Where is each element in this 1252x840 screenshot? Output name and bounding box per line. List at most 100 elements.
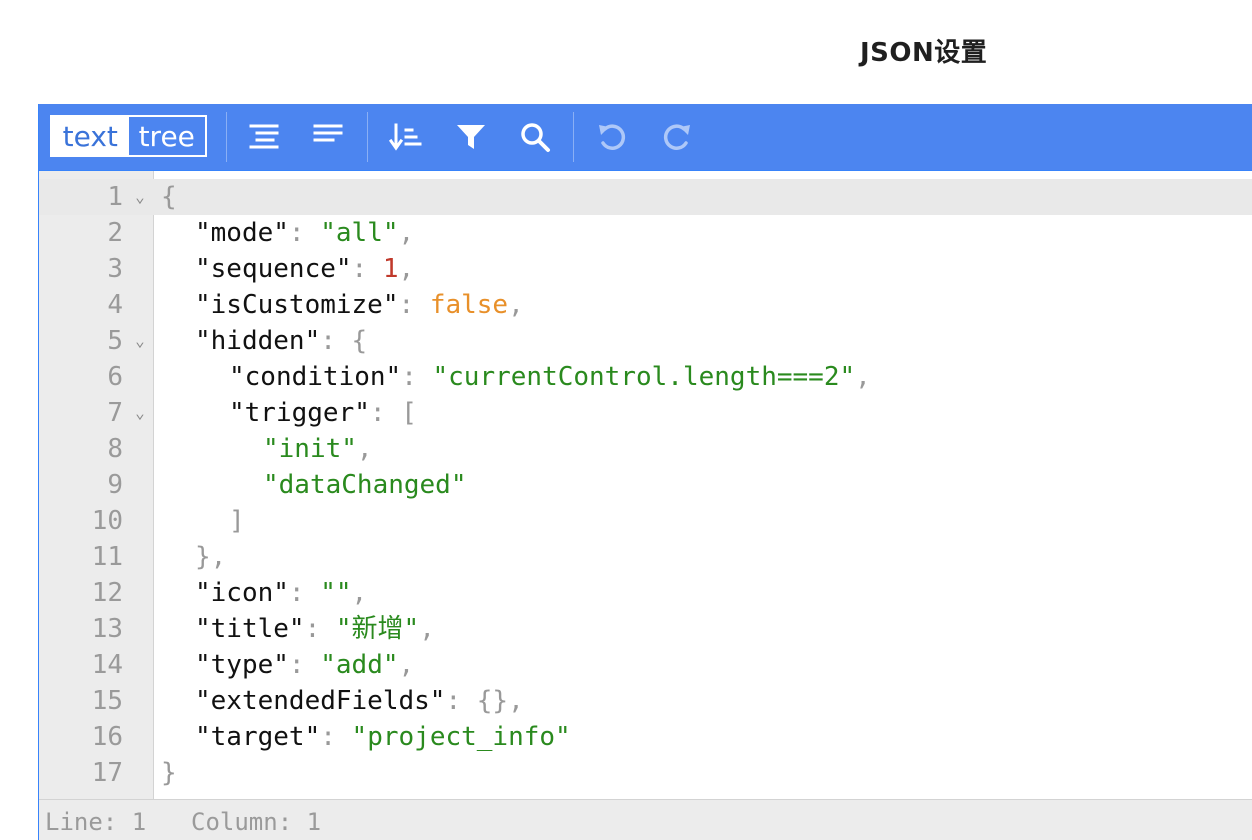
fold-toggle-icon[interactable]: ⌄ bbox=[132, 323, 148, 359]
code-token: "mode" bbox=[195, 218, 289, 248]
code-line[interactable]: 5 ⌄ "hidden": { bbox=[39, 323, 1252, 359]
code-token: {} bbox=[476, 686, 509, 716]
line-code: "isCustomize": false, bbox=[195, 287, 524, 323]
code-token: "add" bbox=[320, 650, 399, 680]
line-number: 1 bbox=[107, 182, 123, 212]
code-line[interactable]: 8 "init", bbox=[39, 431, 1252, 467]
line-code: "dataChanged" bbox=[263, 467, 467, 503]
line-number: 13 bbox=[91, 614, 123, 644]
code-token: "project_info" bbox=[351, 722, 571, 752]
line-code: "mode": "all", bbox=[195, 215, 414, 251]
line-number: 7 bbox=[107, 398, 123, 428]
search-icon bbox=[521, 123, 550, 152]
line-code: "icon": "", bbox=[195, 575, 367, 611]
mode-switch: text tree bbox=[50, 115, 207, 157]
code-token: , bbox=[398, 650, 415, 680]
redo-button[interactable] bbox=[655, 115, 699, 159]
code-line[interactable]: 10] bbox=[39, 503, 1252, 539]
code-token: "icon" bbox=[195, 578, 289, 608]
code-line[interactable]: 12 "icon": "", bbox=[39, 575, 1252, 611]
line-number: 17 bbox=[91, 758, 123, 788]
code-token: , bbox=[398, 218, 415, 248]
code-line[interactable]: 13 "title": "新增", bbox=[39, 611, 1252, 647]
fold-toggle-icon[interactable]: ⌄ bbox=[132, 395, 148, 431]
code-token: , bbox=[508, 290, 524, 320]
code-line[interactable]: 3 "sequence": 1, bbox=[39, 251, 1252, 287]
filter-icon bbox=[457, 125, 485, 149]
undo-button[interactable] bbox=[590, 115, 634, 159]
format-button[interactable] bbox=[242, 115, 286, 159]
undo-icon bbox=[599, 124, 626, 150]
toolbar-separator bbox=[573, 112, 574, 162]
code-token: "sequence" bbox=[195, 254, 352, 284]
code-token: ] bbox=[229, 506, 245, 536]
line-number: 16 bbox=[91, 722, 123, 752]
code-line[interactable]: 16 "target": "project_info" bbox=[39, 719, 1252, 755]
code-line[interactable]: 4 "isCustomize": false, bbox=[39, 287, 1252, 323]
code-line[interactable]: 1 ⌄ { bbox=[39, 179, 1252, 215]
line-code: "hidden": { bbox=[195, 323, 367, 359]
code-line[interactable]: 2 "mode": "all", bbox=[39, 215, 1252, 251]
code-token: [ bbox=[401, 398, 417, 428]
code-token: false bbox=[429, 290, 509, 320]
status-bar: Line: 1 Column: 1 bbox=[39, 799, 1252, 840]
code-line[interactable]: 17} bbox=[39, 755, 1252, 791]
code-token: }, bbox=[195, 542, 227, 572]
code-token: "target" bbox=[195, 722, 321, 752]
code-token: : bbox=[401, 362, 433, 392]
code-token: : bbox=[351, 254, 383, 284]
code-token: : bbox=[445, 686, 477, 716]
line-number: 5 bbox=[107, 326, 123, 356]
filter-button[interactable] bbox=[449, 115, 493, 159]
toolbar-separator bbox=[226, 112, 227, 162]
code-token: "isCustomize" bbox=[195, 290, 399, 320]
code-token: 1 bbox=[382, 254, 399, 284]
mode-tree-button[interactable]: tree bbox=[128, 117, 205, 155]
sort-icon bbox=[389, 123, 422, 151]
line-number: 14 bbox=[91, 650, 123, 680]
code-token: : bbox=[288, 650, 321, 680]
line-code: "condition": "currentControl.length===2"… bbox=[229, 359, 871, 395]
code-line[interactable]: 7 ⌄ "trigger": [ bbox=[39, 395, 1252, 431]
line-number: 8 bbox=[107, 434, 123, 464]
mode-text-button[interactable]: text bbox=[52, 117, 129, 155]
line-code: "trigger": [ bbox=[229, 395, 417, 431]
line-number: 6 bbox=[107, 362, 123, 392]
line-code: "target": "project_info" bbox=[195, 719, 571, 755]
compact-icon bbox=[313, 124, 343, 142]
code-token: "dataChanged" bbox=[263, 470, 467, 500]
code-token: "all" bbox=[320, 218, 399, 248]
code-token: { bbox=[161, 182, 177, 212]
code-line[interactable]: 9 "dataChanged" bbox=[39, 467, 1252, 503]
line-number: 15 bbox=[91, 686, 123, 716]
line-number: 10 bbox=[91, 506, 123, 536]
json-editor: text tree 1 ⌄ {2 "mode": "all", 3 "sequ… bbox=[38, 104, 1252, 840]
format-icon bbox=[249, 124, 279, 149]
code-token: "type" bbox=[195, 650, 289, 680]
code-token: , bbox=[855, 362, 871, 392]
code-line[interactable]: 6 "condition": "currentControl.length===2… bbox=[39, 359, 1252, 395]
status-column: Column: 1 bbox=[191, 808, 322, 836]
code-token: , bbox=[398, 254, 415, 284]
code-line[interactable]: 15 "extendedFields": {}, bbox=[39, 683, 1252, 719]
code-line[interactable]: 14 "type": "add", bbox=[39, 647, 1252, 683]
sort-button[interactable] bbox=[384, 115, 428, 159]
code-token: , bbox=[356, 434, 373, 464]
code-token: : bbox=[320, 722, 352, 752]
code-token: , bbox=[351, 578, 368, 608]
line-code: }, bbox=[195, 539, 226, 575]
code-token: : bbox=[398, 290, 430, 320]
code-token: , bbox=[508, 686, 524, 716]
code-line[interactable]: 11}, bbox=[39, 539, 1252, 575]
code-token: "currentControl.length===2" bbox=[432, 362, 856, 392]
line-code: "type": "add", bbox=[195, 647, 414, 683]
compact-button[interactable] bbox=[306, 115, 350, 159]
line-code: "init", bbox=[263, 431, 373, 467]
line-number: 11 bbox=[91, 542, 123, 572]
code-token: "extendedFields" bbox=[195, 686, 446, 716]
fold-toggle-icon[interactable]: ⌄ bbox=[132, 179, 148, 215]
code-token: "新增" bbox=[335, 614, 420, 644]
code-area[interactable]: 1 ⌄ {2 "mode": "all", 3 "sequence": 1, 4 "isCus… bbox=[39, 171, 1252, 799]
search-button[interactable] bbox=[513, 115, 557, 159]
editor-toolbar: text tree bbox=[39, 104, 1252, 171]
